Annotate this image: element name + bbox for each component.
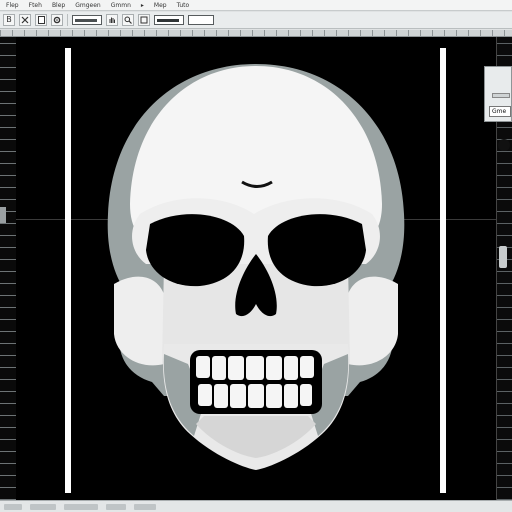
skull-illustration <box>107 64 405 470</box>
toolbar-field-2[interactable] <box>154 15 184 25</box>
menu-item-6[interactable]: ▸ <box>141 2 144 9</box>
menu-item-help[interactable]: Mep <box>154 2 167 9</box>
status-segment <box>106 503 126 510</box>
toolbar-field-3[interactable] <box>188 15 214 25</box>
menu-bar: Flep Fteh Blep Gmgeen Gmmn ▸ Mep Tuto <box>0 0 512 11</box>
toolbar: B <box>0 12 512 29</box>
menu-item-3[interactable]: Blep <box>52 2 65 9</box>
status-bar <box>0 500 512 512</box>
toolbar-field-1[interactable] <box>72 15 102 25</box>
panel-field[interactable]: Gme <box>489 106 511 117</box>
page-icon[interactable] <box>35 14 47 26</box>
status-segment <box>134 503 156 510</box>
menu-item-5[interactable]: Gmmn <box>111 2 131 9</box>
gear-icon[interactable] <box>51 14 63 26</box>
document-edge-right <box>440 48 446 493</box>
document-edge-left <box>65 48 71 493</box>
ruler-handle[interactable] <box>0 207 6 223</box>
menu-item-2[interactable]: Fteh <box>29 2 42 9</box>
menu-item-file[interactable]: Flep <box>6 2 19 9</box>
menu-item-4[interactable]: Gmgeen <box>75 2 101 9</box>
menu-item-8[interactable]: Tuto <box>177 2 190 9</box>
bold-button[interactable]: B <box>3 14 15 26</box>
color-swatch[interactable] <box>498 139 510 151</box>
toolbar-separator <box>67 14 68 26</box>
hand-icon[interactable] <box>106 14 118 26</box>
page-icon[interactable] <box>138 14 150 26</box>
horizontal-ruler <box>0 30 512 37</box>
status-segment <box>30 503 56 510</box>
zoom-icon[interactable] <box>122 14 134 26</box>
scrollbar-thumb[interactable] <box>499 246 507 268</box>
status-segment <box>64 503 98 510</box>
vertical-ruler <box>0 37 16 500</box>
opacity-slider[interactable] <box>492 93 510 98</box>
status-segment <box>4 503 22 510</box>
close-icon[interactable] <box>19 14 31 26</box>
